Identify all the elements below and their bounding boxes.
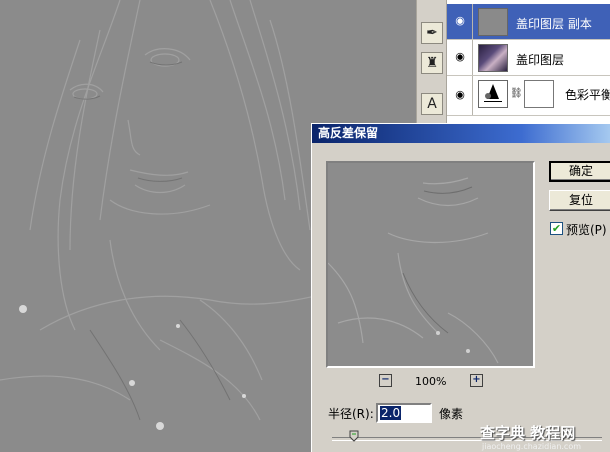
- layer-name: 色彩平衡: [565, 88, 610, 102]
- high-pass-dialog: 高反差保留 − 100% + 确定 复位 ✔ 预览(P) 半径(R): 2.0 …: [311, 123, 610, 452]
- type-tool-icon[interactable]: A: [421, 93, 443, 115]
- layer-thumbnail: [478, 44, 508, 72]
- layer-row[interactable]: ◉ 盖印图层 副本: [447, 4, 610, 40]
- link-chain-icon[interactable]: ⛓: [510, 88, 523, 99]
- zoom-level: 100%: [415, 375, 447, 388]
- watermark-text: 查字典 教程网: [480, 424, 576, 442]
- preview-checkbox-label: 预览(P): [566, 223, 607, 237]
- visibility-eye-icon[interactable]: ◉: [453, 88, 467, 102]
- radius-label: 半径(R):: [328, 407, 374, 421]
- radius-value: 2.0: [380, 406, 402, 420]
- visibility-eye-icon[interactable]: ◉: [453, 50, 467, 64]
- clone-stamp-tool-icon[interactable]: ♜: [421, 52, 443, 74]
- watermark-url: jiaocheng.chazidian.com: [482, 442, 582, 451]
- layer-row[interactable]: ◉ 盖印图层: [447, 40, 610, 76]
- radius-slider-thumb[interactable]: [349, 430, 359, 442]
- ok-button[interactable]: 确定: [549, 161, 610, 182]
- radius-input[interactable]: 2.0: [376, 403, 432, 423]
- layer-thumbnail: [478, 8, 508, 36]
- layer-name: 盖印图层 副本: [516, 17, 592, 31]
- tools-panel: ✒ ♜ A: [416, 0, 447, 125]
- radius-unit: 像素: [439, 407, 464, 421]
- pen-tool-icon[interactable]: ✒: [421, 22, 443, 44]
- layer-row[interactable]: ◉ ⛓ 色彩平衡: [447, 76, 610, 116]
- preview-image: [328, 163, 533, 366]
- zoom-in-button[interactable]: +: [470, 374, 483, 387]
- visibility-eye-icon[interactable]: ◉: [453, 14, 467, 28]
- layer-name: 盖印图层: [516, 53, 565, 67]
- layer-mask-thumbnail: [524, 80, 554, 108]
- dialog-title: 高反差保留: [312, 124, 610, 143]
- site-watermark: 查字典 教程网 jiaocheng.chazidian.com: [476, 420, 610, 452]
- reset-button[interactable]: 复位: [549, 190, 610, 211]
- filter-preview[interactable]: [326, 161, 535, 368]
- adjustment-balance-icon: [478, 80, 508, 108]
- preview-checkbox[interactable]: ✔: [550, 222, 563, 235]
- zoom-out-button[interactable]: −: [379, 374, 392, 387]
- layers-panel: ◉ 盖印图层 副本 ◉ 盖印图层 ◉ ⛓ 色彩平衡: [446, 0, 610, 125]
